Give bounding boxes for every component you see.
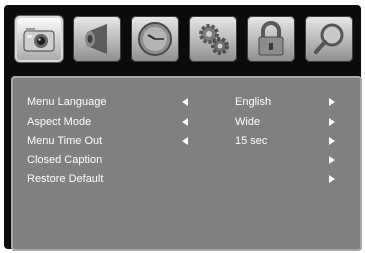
tab-time[interactable] (131, 16, 179, 62)
menu-item-aspect-mode[interactable]: Aspect Mode Wide (11, 114, 362, 132)
tab-sound[interactable] (73, 16, 121, 62)
menu-item-label: Menu Time Out (27, 135, 103, 147)
menu-tab-bar (10, 11, 355, 69)
right-arrow-icon[interactable] (329, 175, 335, 183)
menu-item-value: English (235, 96, 272, 108)
left-arrow-icon[interactable] (182, 98, 188, 106)
right-arrow-icon[interactable] (329, 118, 335, 126)
menu-item-menu-time-out[interactable]: Menu Time Out 15 sec (11, 133, 362, 151)
menu-window: Menu Language English Aspect Mode Wide M… (4, 5, 362, 251)
tab-picture[interactable] (15, 16, 63, 62)
magnifier-icon (314, 23, 344, 54)
right-arrow-icon[interactable] (329, 98, 335, 106)
tab-setup[interactable] (189, 16, 237, 62)
right-arrow-icon[interactable] (329, 137, 335, 145)
menu-item-label: Restore Default (27, 173, 104, 185)
menu-item-value: Wide (235, 116, 261, 128)
tab-search[interactable] (305, 16, 353, 62)
gears-icon (199, 24, 229, 55)
menu-item-menu-language[interactable]: Menu Language English (11, 94, 362, 112)
right-arrow-icon[interactable] (329, 156, 335, 164)
menu-item-label: Aspect Mode (27, 116, 92, 128)
menu-item-value: 15 sec (235, 135, 268, 147)
padlock-icon (258, 21, 284, 56)
left-arrow-icon[interactable] (182, 137, 188, 145)
tab-lock[interactable] (247, 16, 295, 62)
picture-camera-icon (23, 28, 55, 52)
menu-item-restore-default[interactable]: Restore Default (11, 171, 362, 189)
sound-speaker-icon (85, 24, 107, 54)
left-arrow-icon[interactable] (182, 118, 188, 126)
menu-item-closed-caption[interactable]: Closed Caption (11, 152, 362, 170)
menu-item-label: Closed Caption (27, 154, 103, 166)
menu-item-label: Menu Language (27, 96, 107, 108)
clock-icon (138, 22, 172, 56)
system-settings-panel: Menu Language English Aspect Mode Wide M… (11, 76, 362, 251)
